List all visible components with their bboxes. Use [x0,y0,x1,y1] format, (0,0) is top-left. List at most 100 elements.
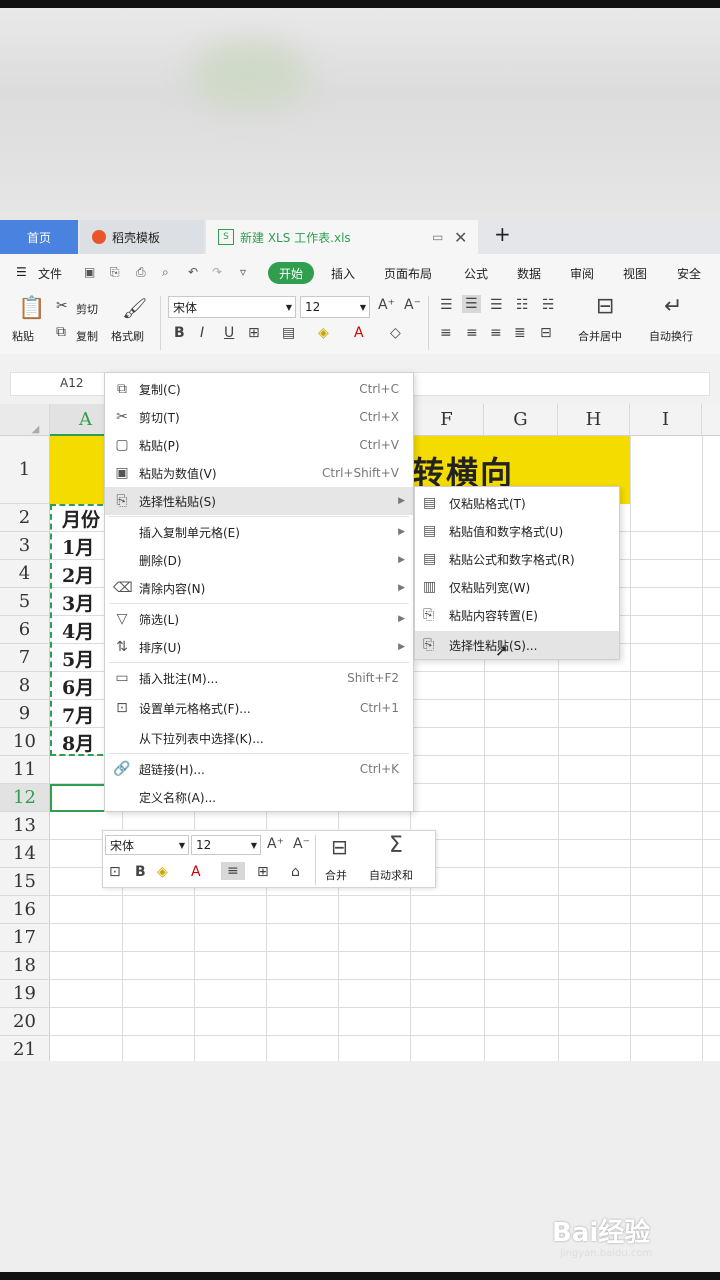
hamburger-icon[interactable]: ☰ [16,265,27,279]
indent-icon[interactable]: ☵ [542,297,555,313]
border-icon[interactable]: ⊞ [257,864,269,880]
row-header[interactable]: 6 [0,616,50,644]
menu-review[interactable]: 审阅 [570,265,594,282]
align-left-icon[interactable]: ≡ [440,325,452,341]
menu-item-cut[interactable]: ✂ 剪切(T) Ctrl+X [105,403,413,431]
row-header[interactable]: 8 [0,672,50,700]
row-header[interactable]: 4 [0,560,50,588]
align-center-icon[interactable]: ≡ [221,862,245,880]
font-shrink-icon[interactable]: A⁻ [293,836,310,852]
row-header[interactable]: 20 [0,1008,50,1036]
row-header[interactable]: 16 [0,896,50,924]
row-header[interactable]: 14 [0,840,50,868]
font-grow-icon[interactable]: A⁺ [267,836,284,852]
menu-item-paste[interactable]: ▢ 粘贴(P) Ctrl+V [105,431,413,459]
font-color-icon[interactable]: A [191,864,201,880]
ribbon-format-painter-label[interactable]: 格式刷 [111,328,144,344]
submenu-paste-format-only[interactable]: ▤ 仅粘贴格式(T) [415,489,619,517]
bold-icon[interactable]: B [174,325,185,341]
export-icon[interactable]: ⎘ [110,265,120,280]
save-icon[interactable]: ▣ [84,265,95,279]
submenu-paste-value-number-format[interactable]: ▤ 粘贴值和数字格式(U) [415,517,619,545]
redo-icon[interactable]: ↷ [212,265,222,279]
ribbon-copy-label[interactable]: 复制 [76,328,98,344]
row-header[interactable]: 5 [0,588,50,616]
merge-icon[interactable]: ⊟ [331,835,348,859]
submenu-paste-formula-number-format[interactable]: ▤ 粘贴公式和数字格式(R) [415,545,619,573]
font-color-icon[interactable]: A [354,325,364,341]
menu-start[interactable]: 开始 [268,262,314,284]
row-header[interactable]: 15 [0,868,50,896]
wrap-text-icon[interactable]: ↵ [664,294,682,319]
menu-view[interactable]: 视图 [623,265,647,282]
bold-icon[interactable]: B [135,864,146,880]
menu-item-clear[interactable]: ⌫ 清除内容(N) ▶ [105,574,413,602]
menu-item-filter[interactable]: ▽ 筛选(L) ▶ [105,605,413,633]
undo-icon[interactable]: ↶ [188,265,198,279]
font-shrink-icon[interactable]: A⁻ [404,297,421,313]
menu-item-hyperlink[interactable]: 🔗 超链接(H)... Ctrl+K [105,755,413,783]
row-header[interactable]: 3 [0,532,50,560]
font-name-combo[interactable]: 宋体 ▼ [168,296,296,318]
column-header-i[interactable]: I [630,404,702,436]
tab-document[interactable]: S 新建 XLS 工作表.xls ▭ ✕ [206,220,478,254]
row-header-selected[interactable]: 12 [0,784,50,812]
row-header[interactable]: 19 [0,980,50,1008]
new-tab-button[interactable]: + [494,222,511,246]
menu-page-layout[interactable]: 页面布局 [384,265,432,282]
cell-style-icon[interactable]: ▤ [282,325,295,341]
ribbon-merge-center-label[interactable]: 合并居中 [578,328,622,344]
align-right-icon[interactable]: ≡ [490,325,502,341]
menu-item-sort[interactable]: ⇅ 排序(U) ▶ [105,633,413,661]
menu-data[interactable]: 数据 [517,265,541,282]
mini-autosum-label[interactable]: 自动求和 [369,867,413,883]
menu-insert[interactable]: 插入 [331,265,355,282]
menu-formula[interactable]: 公式 [464,265,488,282]
close-icon[interactable]: ✕ [454,228,467,247]
font-size-combo[interactable]: 12 ▼ [300,296,370,318]
dropdown-icon[interactable]: ▿ [240,265,246,279]
row-header[interactable]: 13 [0,812,50,840]
underline-icon[interactable]: U [224,325,234,341]
menu-item-copy[interactable]: ⧉ 复制(C) Ctrl+C [105,375,413,403]
menu-file[interactable]: 文件 [38,265,62,282]
mini-font-size-combo[interactable]: 12 ▼ [191,835,261,855]
row-header[interactable]: 9 [0,700,50,728]
justify-icon[interactable]: ≣ [514,325,526,341]
align-top-icon[interactable]: ☰ [440,297,453,313]
submenu-paste-transpose[interactable]: ⎘ 粘贴内容转置(E) [415,601,619,629]
select-all-corner[interactable]: ◢ [0,404,50,436]
row-header[interactable]: 11 [0,756,50,784]
menu-item-paste-special[interactable]: ⎘ 选择性粘贴(S) ▶ [105,487,413,515]
row-header[interactable]: 18 [0,952,50,980]
menu-item-paste-value[interactable]: ▣ 粘贴为数值(V) Ctrl+Shift+V [105,459,413,487]
row-header[interactable]: 10 [0,728,50,756]
print-icon[interactable]: ⎙ [136,265,146,280]
mini-font-name-combo[interactable]: 宋体 ▼ [105,835,189,855]
clear-format-icon[interactable]: ◇ [390,325,401,341]
menu-item-insert-copied[interactable]: 插入复制单元格(E) ▶ [105,518,413,546]
menu-security[interactable]: 安全 [677,265,701,282]
column-header-g[interactable]: G [484,404,558,436]
name-box[interactable]: A12 [60,376,83,390]
fill-color-icon[interactable]: ◈ [318,325,329,341]
row-header[interactable]: 17 [0,924,50,952]
paste-icon[interactable]: 📋 [18,296,45,321]
column-header-j[interactable] [702,404,720,436]
row-header[interactable]: 2 [0,504,50,532]
column-header-f[interactable]: F [410,404,484,436]
mini-merge-label[interactable]: 合并 [325,867,347,883]
column-header-h[interactable]: H [558,404,630,436]
menu-item-pick-from-list[interactable]: 从下拉列表中选择(K)... [105,724,413,752]
italic-icon[interactable]: I [200,325,204,341]
align-bottom-icon[interactable]: ☰ [490,297,503,313]
tab-template[interactable]: 稻壳模板 [80,220,204,254]
menu-item-format-cells[interactable]: ⊡ 设置单元格格式(F)... Ctrl+1 [105,694,413,722]
fill-color-icon[interactable]: ◈ [157,864,168,880]
align-middle-icon[interactable]: ☰ [462,295,481,313]
text-direction-icon[interactable]: ☷ [516,297,529,313]
merge-center-icon[interactable]: ⊟ [596,294,614,319]
ribbon-cut-label[interactable]: 剪切 [76,301,98,317]
copy-icon[interactable]: ⧉ [56,324,66,340]
menu-item-delete[interactable]: 删除(D) ▶ [105,546,413,574]
